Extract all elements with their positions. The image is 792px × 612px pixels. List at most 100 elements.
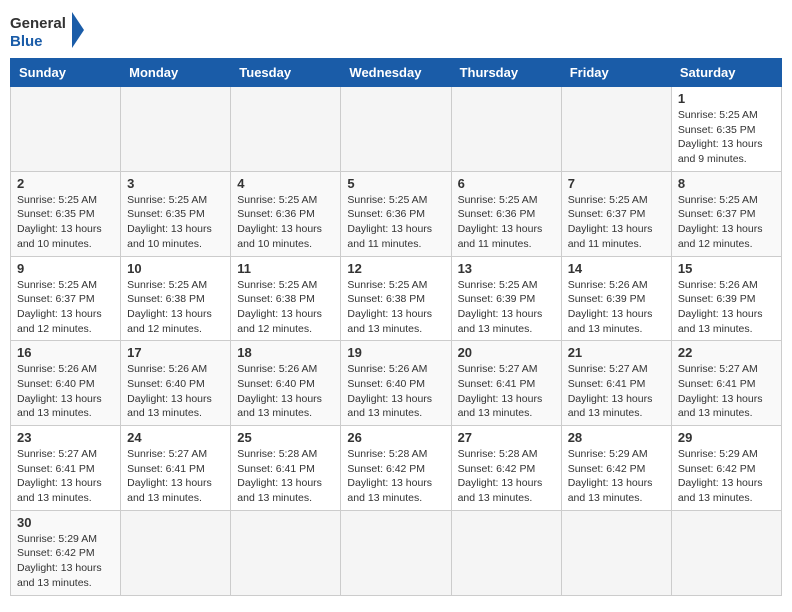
day-info: Sunrise: 5:25 AM Sunset: 6:38 PM Dayligh… bbox=[237, 278, 334, 337]
calendar-cell: 11 Sunrise: 5:25 AM Sunset: 6:38 PM Dayli… bbox=[231, 256, 341, 341]
day-number: 19 bbox=[347, 345, 444, 360]
day-info: Sunrise: 5:25 AM Sunset: 6:35 PM Dayligh… bbox=[678, 108, 775, 167]
day-number: 7 bbox=[568, 176, 665, 191]
day-info: Sunrise: 5:28 AM Sunset: 6:42 PM Dayligh… bbox=[458, 447, 555, 506]
header: GeneralBlue bbox=[10, 10, 782, 50]
day-number: 3 bbox=[127, 176, 224, 191]
calendar-cell bbox=[121, 87, 231, 172]
calendar-cell: 22 Sunrise: 5:27 AM Sunset: 6:41 PM Dayli… bbox=[671, 341, 781, 426]
calendar-cell: 15 Sunrise: 5:26 AM Sunset: 6:39 PM Dayli… bbox=[671, 256, 781, 341]
calendar-cell: 2 Sunrise: 5:25 AM Sunset: 6:35 PM Daylig… bbox=[11, 171, 121, 256]
calendar-cell: 28Sunrise: 5:29 AM Sunset: 6:42 PM Dayli… bbox=[561, 426, 671, 511]
calendar-cell: 14 Sunrise: 5:26 AM Sunset: 6:39 PM Dayli… bbox=[561, 256, 671, 341]
day-info: Sunrise: 5:25 AM Sunset: 6:36 PM Dayligh… bbox=[237, 193, 334, 252]
day-number: 25 bbox=[237, 430, 334, 445]
day-number: 6 bbox=[458, 176, 555, 191]
calendar-cell: 17 Sunrise: 5:26 AM Sunset: 6:40 PM Dayli… bbox=[121, 341, 231, 426]
weekday-header: Thursday bbox=[451, 59, 561, 87]
day-number: 20 bbox=[458, 345, 555, 360]
calendar-cell: 5 Sunrise: 5:25 AM Sunset: 6:36 PM Daylig… bbox=[341, 171, 451, 256]
day-number: 10 bbox=[127, 261, 224, 276]
weekday-header: Friday bbox=[561, 59, 671, 87]
day-info: Sunrise: 5:25 AM Sunset: 6:38 PM Dayligh… bbox=[127, 278, 224, 337]
day-info: Sunrise: 5:29 AM Sunset: 6:42 PM Dayligh… bbox=[17, 532, 114, 591]
day-info: Sunrise: 5:26 AM Sunset: 6:39 PM Dayligh… bbox=[678, 278, 775, 337]
day-number: 13 bbox=[458, 261, 555, 276]
calendar-week-row: 2 Sunrise: 5:25 AM Sunset: 6:35 PM Daylig… bbox=[11, 171, 782, 256]
day-info: Sunrise: 5:27 AM Sunset: 6:41 PM Dayligh… bbox=[127, 447, 224, 506]
calendar-cell: 1 Sunrise: 5:25 AM Sunset: 6:35 PM Daylig… bbox=[671, 87, 781, 172]
calendar-week-row: 23 Sunrise: 5:27 AM Sunset: 6:41 PM Dayli… bbox=[11, 426, 782, 511]
day-number: 28 bbox=[568, 430, 665, 445]
weekday-header: Wednesday bbox=[341, 59, 451, 87]
calendar-cell: 9Sunrise: 5:25 AM Sunset: 6:37 PM Daylig… bbox=[11, 256, 121, 341]
day-number: 9 bbox=[17, 261, 114, 276]
day-number: 29 bbox=[678, 430, 775, 445]
calendar-cell: 4 Sunrise: 5:25 AM Sunset: 6:36 PM Daylig… bbox=[231, 171, 341, 256]
logo: GeneralBlue bbox=[10, 10, 90, 50]
day-number: 30 bbox=[17, 515, 114, 530]
calendar-cell: 29 Sunrise: 5:29 AM Sunset: 6:42 PM Dayli… bbox=[671, 426, 781, 511]
calendar-cell: 30 Sunrise: 5:29 AM Sunset: 6:42 PM Dayli… bbox=[11, 510, 121, 595]
day-number: 23 bbox=[17, 430, 114, 445]
calendar-cell: 8 Sunrise: 5:25 AM Sunset: 6:37 PM Daylig… bbox=[671, 171, 781, 256]
day-number: 11 bbox=[237, 261, 334, 276]
calendar-cell: 16 Sunrise: 5:26 AM Sunset: 6:40 PM Dayli… bbox=[11, 341, 121, 426]
calendar-cell bbox=[121, 510, 231, 595]
day-info: Sunrise: 5:26 AM Sunset: 6:40 PM Dayligh… bbox=[237, 362, 334, 421]
calendar-cell: 24Sunrise: 5:27 AM Sunset: 6:41 PM Dayli… bbox=[121, 426, 231, 511]
day-info: Sunrise: 5:26 AM Sunset: 6:39 PM Dayligh… bbox=[568, 278, 665, 337]
calendar-cell: 13Sunrise: 5:25 AM Sunset: 6:39 PM Dayli… bbox=[451, 256, 561, 341]
weekday-header: Sunday bbox=[11, 59, 121, 87]
day-number: 1 bbox=[678, 91, 775, 106]
logo-svg: GeneralBlue bbox=[10, 10, 90, 50]
calendar-cell: 19Sunrise: 5:26 AM Sunset: 6:40 PM Dayli… bbox=[341, 341, 451, 426]
calendar-cell bbox=[561, 87, 671, 172]
day-info: Sunrise: 5:25 AM Sunset: 6:37 PM Dayligh… bbox=[568, 193, 665, 252]
day-info: Sunrise: 5:25 AM Sunset: 6:36 PM Dayligh… bbox=[458, 193, 555, 252]
calendar-cell: 21 Sunrise: 5:27 AM Sunset: 6:41 PM Dayli… bbox=[561, 341, 671, 426]
calendar-week-row: 16 Sunrise: 5:26 AM Sunset: 6:40 PM Dayli… bbox=[11, 341, 782, 426]
day-number: 5 bbox=[347, 176, 444, 191]
svg-text:Blue: Blue bbox=[10, 33, 43, 50]
day-info: Sunrise: 5:25 AM Sunset: 6:37 PM Dayligh… bbox=[678, 193, 775, 252]
day-number: 14 bbox=[568, 261, 665, 276]
calendar-cell bbox=[11, 87, 121, 172]
day-info: Sunrise: 5:27 AM Sunset: 6:41 PM Dayligh… bbox=[17, 447, 114, 506]
day-info: Sunrise: 5:25 AM Sunset: 6:38 PM Dayligh… bbox=[347, 278, 444, 337]
calendar-cell bbox=[231, 87, 341, 172]
day-number: 17 bbox=[127, 345, 224, 360]
calendar-cell bbox=[451, 510, 561, 595]
calendar-cell bbox=[671, 510, 781, 595]
day-number: 16 bbox=[17, 345, 114, 360]
day-number: 22 bbox=[678, 345, 775, 360]
day-number: 8 bbox=[678, 176, 775, 191]
day-info: Sunrise: 5:26 AM Sunset: 6:40 PM Dayligh… bbox=[127, 362, 224, 421]
day-info: Sunrise: 5:29 AM Sunset: 6:42 PM Dayligh… bbox=[678, 447, 775, 506]
calendar-cell: 3Sunrise: 5:25 AM Sunset: 6:35 PM Daylig… bbox=[121, 171, 231, 256]
day-number: 27 bbox=[458, 430, 555, 445]
day-number: 18 bbox=[237, 345, 334, 360]
calendar-cell: 18 Sunrise: 5:26 AM Sunset: 6:40 PM Dayli… bbox=[231, 341, 341, 426]
weekday-header: Tuesday bbox=[231, 59, 341, 87]
day-info: Sunrise: 5:25 AM Sunset: 6:35 PM Dayligh… bbox=[17, 193, 114, 252]
day-info: Sunrise: 5:25 AM Sunset: 6:36 PM Dayligh… bbox=[347, 193, 444, 252]
weekday-header-row: SundayMondayTuesdayWednesdayThursdayFrid… bbox=[11, 59, 782, 87]
day-number: 2 bbox=[17, 176, 114, 191]
calendar-cell bbox=[341, 510, 451, 595]
calendar-cell bbox=[561, 510, 671, 595]
day-number: 15 bbox=[678, 261, 775, 276]
calendar-cell: 25 Sunrise: 5:28 AM Sunset: 6:41 PM Dayli… bbox=[231, 426, 341, 511]
calendar-cell: 12 Sunrise: 5:25 AM Sunset: 6:38 PM Dayli… bbox=[341, 256, 451, 341]
calendar-cell: 27 Sunrise: 5:28 AM Sunset: 6:42 PM Dayli… bbox=[451, 426, 561, 511]
day-info: Sunrise: 5:28 AM Sunset: 6:41 PM Dayligh… bbox=[237, 447, 334, 506]
calendar-week-row: 9Sunrise: 5:25 AM Sunset: 6:37 PM Daylig… bbox=[11, 256, 782, 341]
calendar-table: SundayMondayTuesdayWednesdayThursdayFrid… bbox=[10, 58, 782, 596]
weekday-header: Monday bbox=[121, 59, 231, 87]
day-info: Sunrise: 5:27 AM Sunset: 6:41 PM Dayligh… bbox=[678, 362, 775, 421]
day-number: 21 bbox=[568, 345, 665, 360]
day-number: 4 bbox=[237, 176, 334, 191]
day-info: Sunrise: 5:26 AM Sunset: 6:40 PM Dayligh… bbox=[17, 362, 114, 421]
day-number: 12 bbox=[347, 261, 444, 276]
day-info: Sunrise: 5:27 AM Sunset: 6:41 PM Dayligh… bbox=[568, 362, 665, 421]
